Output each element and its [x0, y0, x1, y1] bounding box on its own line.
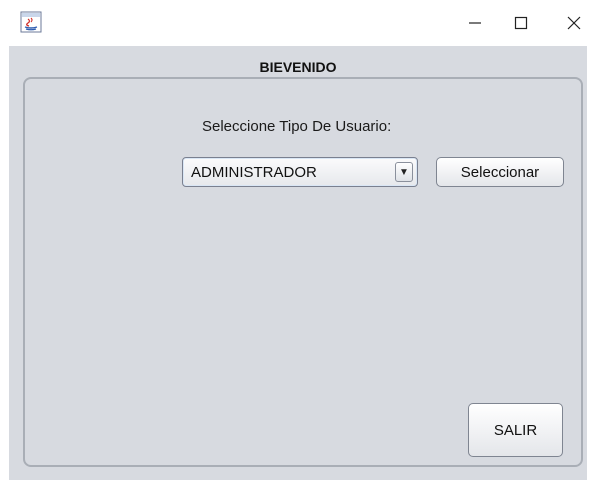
panel-title: BIEVENIDO — [259, 59, 337, 75]
app-window: BIEVENIDO Seleccione Tipo De Usuario: AD… — [0, 0, 597, 488]
user-type-selected-value: ADMINISTRADOR — [191, 164, 317, 181]
java-app-icon — [20, 11, 42, 33]
title-bar — [0, 0, 597, 46]
select-button[interactable]: Seleccionar — [436, 157, 564, 187]
maximize-icon — [514, 16, 528, 30]
exit-button[interactable]: SALIR — [468, 403, 563, 457]
maximize-button[interactable] — [498, 0, 544, 46]
minimize-button[interactable] — [452, 0, 498, 46]
dropdown-arrow-icon[interactable]: ▼ — [395, 162, 413, 182]
close-icon — [567, 16, 581, 30]
minimize-icon — [469, 22, 481, 24]
user-type-label: Seleccione Tipo De Usuario: — [202, 118, 392, 135]
user-type-dropdown[interactable]: ADMINISTRADOR ▼ — [182, 157, 418, 187]
close-button[interactable] — [551, 0, 597, 46]
